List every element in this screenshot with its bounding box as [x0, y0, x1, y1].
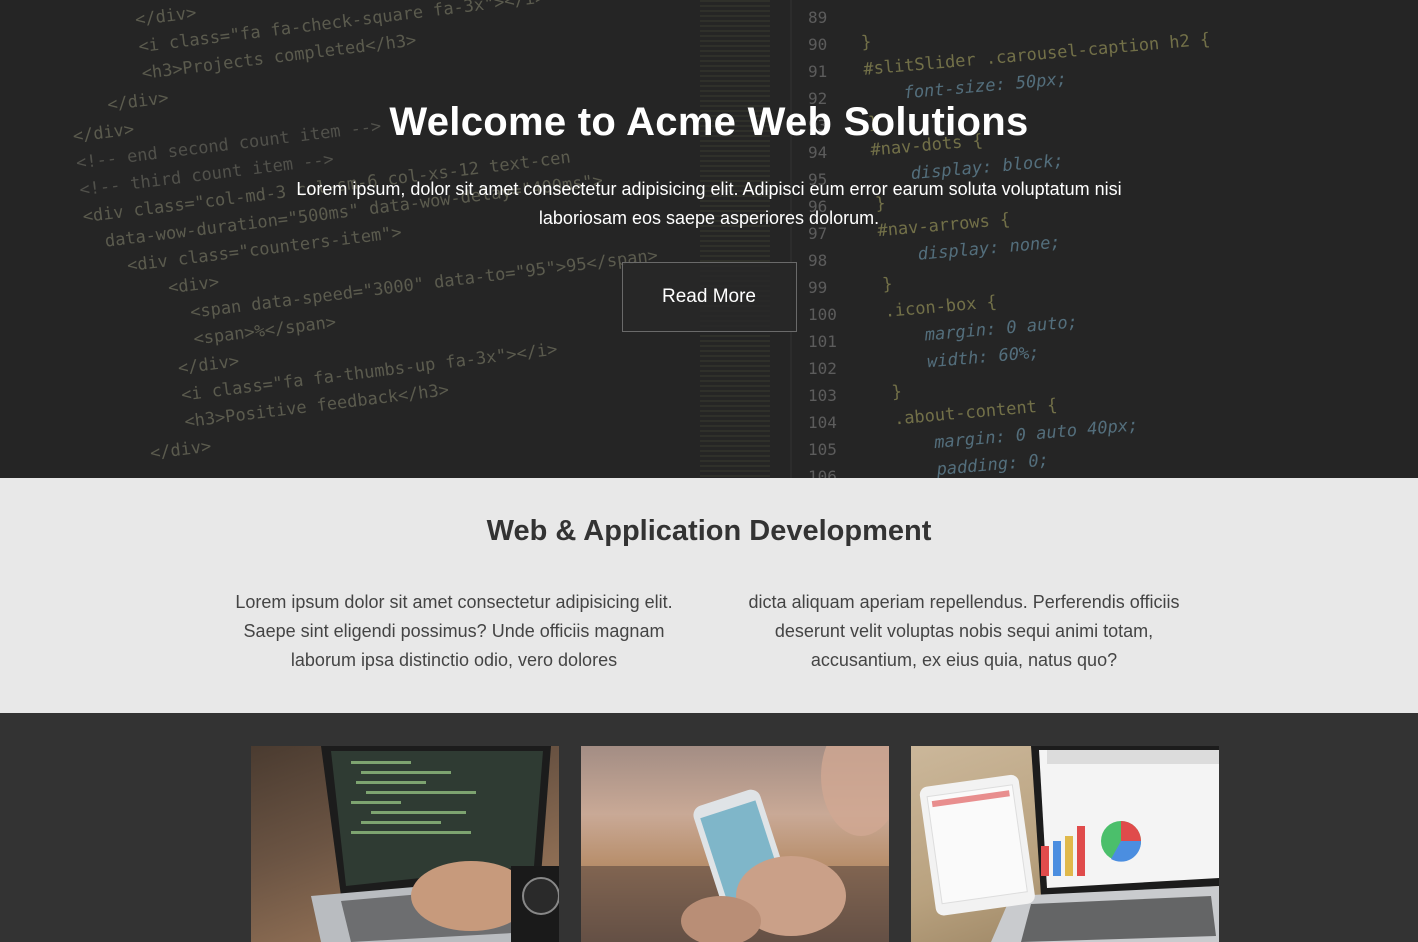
hero-title: Welcome to Acme Web Solutions [389, 100, 1029, 144]
services-columns: Lorem ipsum dolor sit amet consectetur a… [224, 588, 1194, 675]
laptop-chart-image [919, 746, 1219, 942]
laptop-chart-photo[interactable] [911, 746, 1219, 942]
hero-description: Lorem ipsum, dolor sit amet consectetur … [296, 179, 1122, 228]
gallery-section [0, 713, 1418, 942]
smartphone-image [581, 746, 889, 942]
read-more-button[interactable]: Read More [621, 262, 797, 332]
hero-section: <span data-spee</div><i class="fa fa-che… [0, 0, 1418, 478]
services-text-left: Lorem ipsum dolor sit amet consectetur a… [235, 592, 673, 670]
services-text-right: dicta aliquam aperiam repellendus. Perfe… [748, 592, 1180, 670]
smartphone-photo[interactable] [581, 746, 889, 942]
hero-content: Welcome to Acme Web Solutions Lorem ipsu… [0, 0, 1418, 332]
laptop-coding-image [311, 746, 559, 942]
services-section: Web & Application Development Lorem ipsu… [0, 478, 1418, 713]
laptop-coding-photo[interactable] [251, 746, 559, 942]
section-title: Web & Application Development [486, 515, 932, 547]
